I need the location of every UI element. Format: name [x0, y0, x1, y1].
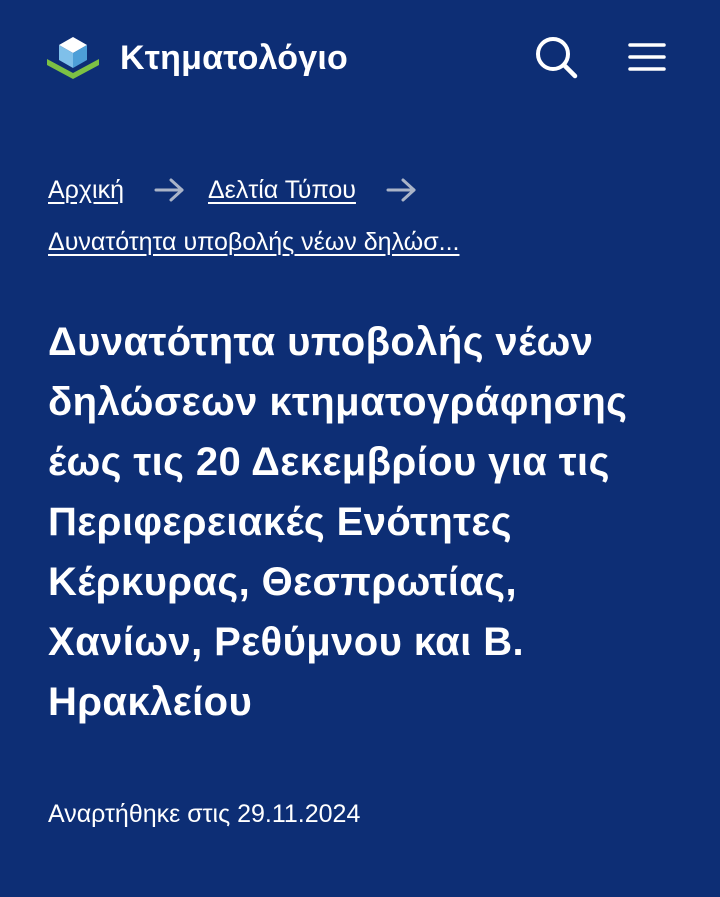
menu-button[interactable] — [624, 36, 670, 78]
article-title: Δυνατότητα υποβολής νέων δηλώσεων κτηματ… — [48, 320, 628, 724]
breadcrumb-row: Δυνατότητα υποβολής νέων δηλώσ... — [48, 222, 678, 262]
breadcrumb-row: Αρχική Δελτία Τύπου — [48, 170, 678, 210]
search-icon — [536, 37, 578, 79]
posted-date: Αναρτήθηκε στις 29.11.2024 — [48, 800, 361, 828]
brand-name[interactable]: Κτηματολόγιο — [120, 36, 348, 80]
breadcrumb-press-releases-link[interactable]: Δελτία Τύπου — [208, 176, 356, 205]
search-button[interactable] — [532, 33, 580, 81]
hamburger-menu-icon — [628, 43, 666, 71]
app-header: Κτηματολόγιο — [0, 0, 720, 116]
breadcrumb: Αρχική Δελτία Τύπου Δυνατότητα υποβολής … — [48, 170, 678, 262]
breadcrumb-current-page-link[interactable]: Δυνατότητα υποβολής νέων δηλώσ... — [48, 228, 459, 257]
arrow-right-icon — [154, 178, 184, 202]
breadcrumb-home-link[interactable]: Αρχική — [48, 176, 124, 205]
cadastre-logo-icon[interactable] — [46, 32, 100, 82]
arrow-right-icon — [386, 178, 416, 202]
